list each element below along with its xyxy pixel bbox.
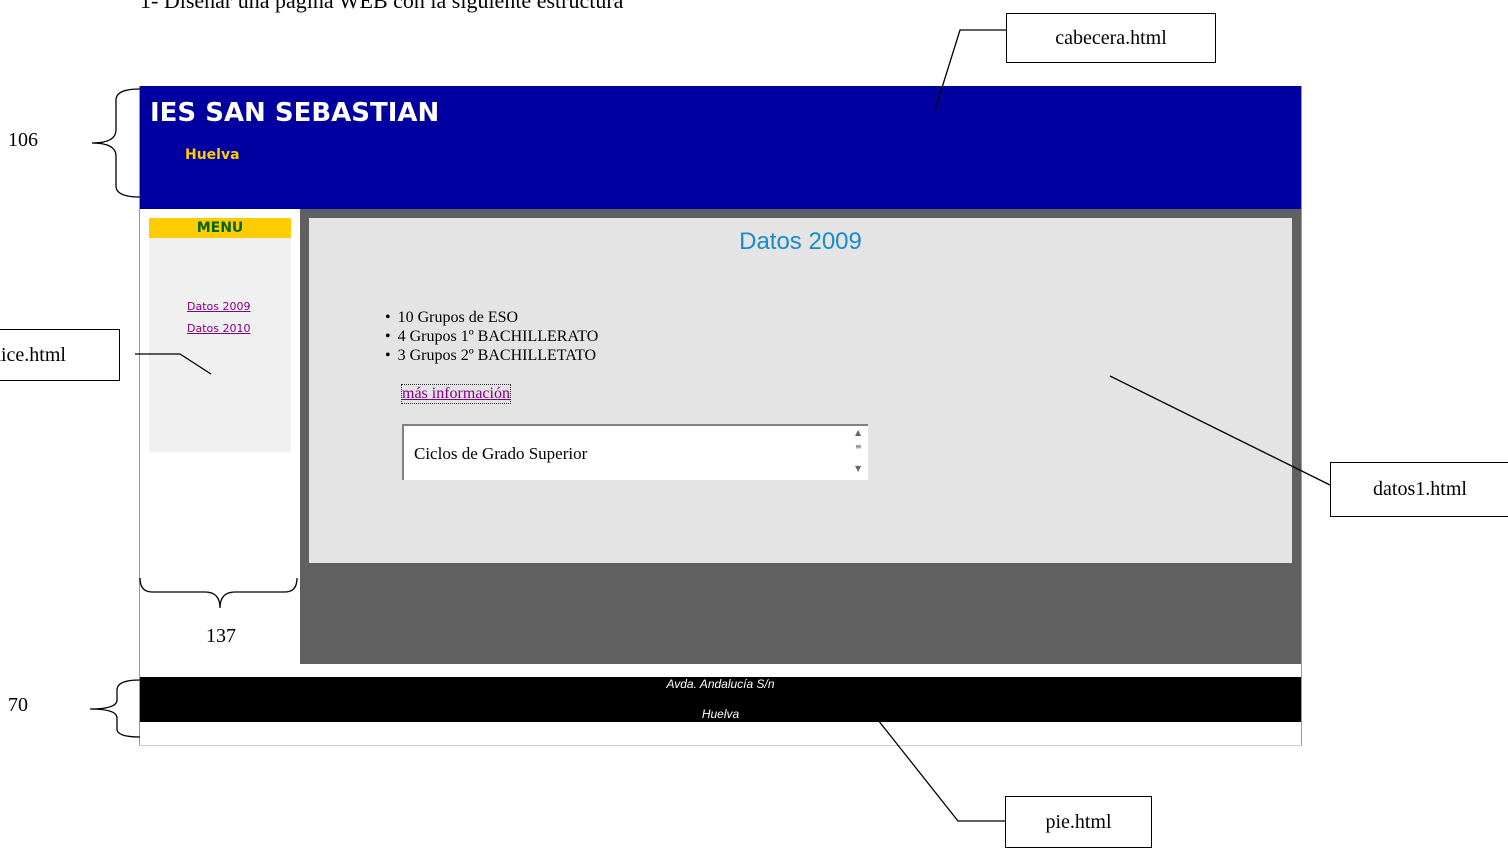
brace-footer-height [89, 679, 141, 738]
annotation-lines [89, 29, 1331, 822]
leader-line-cabecera [934, 29, 1006, 111]
leader-line-pie [877, 719, 1005, 822]
brace-menu-width [139, 577, 298, 609]
brace-header-height [91, 88, 141, 198]
leader-line-datos [1109, 375, 1331, 486]
leader-line-indice [135, 353, 212, 375]
